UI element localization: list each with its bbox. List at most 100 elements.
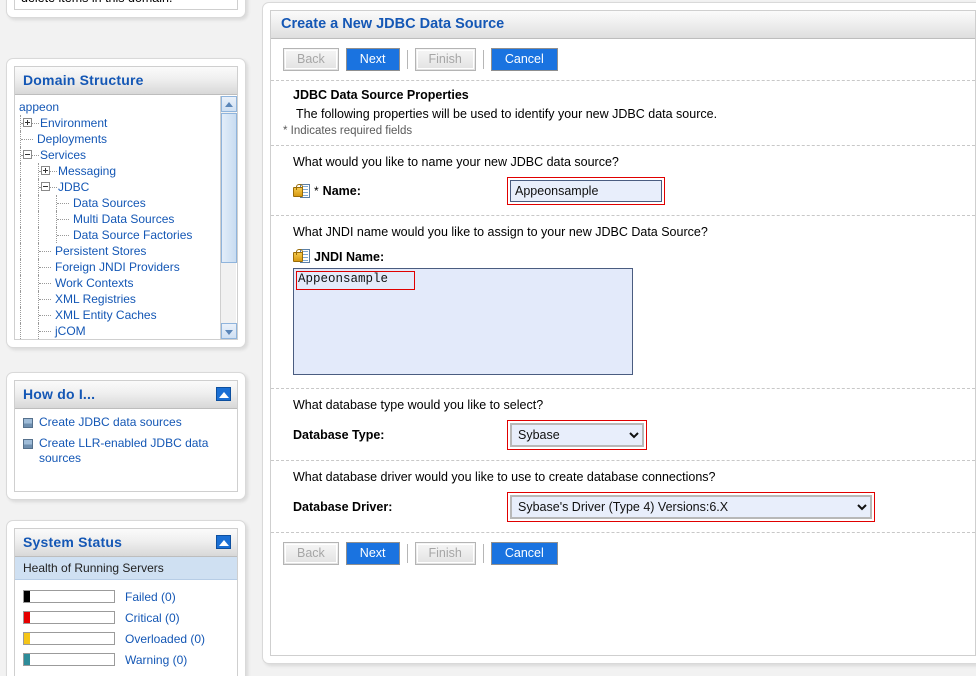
database-type-label: Database Type: (293, 428, 385, 442)
tree-item-label[interactable]: Data Source Factories (73, 228, 192, 242)
jndi-question: What JNDI name would you like to assign … (293, 225, 708, 239)
tree-toggle-expand-icon[interactable] (41, 166, 50, 175)
database-driver-select[interactable]: Sybase's Driver (Type 4) Versions:6.X (510, 495, 872, 519)
database-type-highlight: Sybase (507, 420, 647, 450)
tree-item-data-source-factories[interactable]: Data Source Factories (19, 227, 237, 243)
status-link[interactable]: Overloaded (0) (125, 632, 205, 646)
tree-item-environment[interactable]: Environment (19, 115, 237, 131)
tree-item-jdbc[interactable]: JDBC (19, 179, 237, 195)
name-label: * Name: (293, 183, 507, 199)
how-do-i-link[interactable]: Create LLR-enabled JDBC data sources (39, 436, 231, 466)
back-button[interactable]: Back (283, 542, 339, 565)
how-do-i-link[interactable]: Create JDBC data sources (39, 415, 182, 430)
status-meter-fill (24, 654, 30, 665)
tree-item-multi-data-sources[interactable]: Multi Data Sources (19, 211, 237, 227)
tree-branch-line (19, 131, 37, 147)
tree-item-data-sources[interactable]: Data Sources (19, 195, 237, 211)
finish-button[interactable]: Finish (414, 542, 476, 565)
tree-item-label[interactable]: JDBC (58, 180, 89, 194)
name-input[interactable] (510, 180, 662, 202)
portlet-general-information: delete items in this domain. (6, 0, 246, 18)
document-icon (23, 418, 33, 428)
tree-item-label[interactable]: Environment (40, 116, 107, 130)
status-meter (23, 653, 115, 666)
database-driver-highlight: Sybase's Driver (Type 4) Versions:6.X (507, 492, 875, 522)
collapse-icon[interactable] (216, 535, 231, 549)
tree-item-label[interactable]: XML Entity Caches (55, 308, 157, 322)
jndi-name-textarea[interactable] (293, 268, 633, 375)
tree-item-label[interactable]: Multi Data Sources (73, 212, 174, 226)
how-do-i-title: How do I... (15, 381, 237, 409)
button-separator (482, 50, 484, 69)
tree-item-label[interactable]: Services (40, 148, 86, 162)
status-link[interactable]: Failed (0) (125, 590, 176, 604)
tree-item-label[interactable]: Persistent Stores (55, 244, 146, 258)
status-link[interactable]: Warning (0) (125, 653, 187, 667)
status-link[interactable]: Critical (0) (125, 611, 180, 625)
main-content-inner: Create a New JDBC Data Source Back Next … (270, 10, 976, 656)
scroll-down-arrow-icon[interactable] (221, 323, 237, 339)
tree-indent (19, 211, 37, 227)
tree-branch-line (37, 275, 55, 291)
next-button[interactable]: Next (345, 48, 400, 71)
tree-item-label[interactable]: Work Contexts (55, 276, 133, 290)
tree-item-xml-registries[interactable]: XML Registries (19, 291, 237, 307)
button-separator (482, 544, 484, 563)
back-button[interactable]: Back (283, 48, 339, 71)
lock-icon (293, 249, 303, 262)
domain-structure-tree-wrap: appeon Environment Deployments Services Mess… (15, 95, 237, 339)
tree-indent (19, 259, 37, 275)
section-description: The following properties will be used to… (296, 107, 718, 121)
domain-structure-title: Domain Structure (15, 67, 237, 95)
tree-item-foreign-jndi-providers[interactable]: Foreign JNDI Providers (19, 259, 237, 275)
tree-item-persistent-stores[interactable]: Persistent Stores (19, 243, 237, 259)
tree-indent (37, 211, 55, 227)
tree-item-label[interactable]: Data Sources (73, 196, 146, 210)
tree-branch-line (50, 163, 58, 179)
scroll-up-arrow-icon[interactable] (221, 96, 237, 112)
how-do-i-item[interactable]: Create LLR-enabled JDBC data sources (23, 436, 231, 466)
tree-item-deployments[interactable]: Deployments (19, 131, 237, 147)
tree-item-appeon[interactable]: appeon (19, 99, 237, 115)
status-meter (23, 611, 115, 624)
tree-item-label[interactable]: Foreign JNDI Providers (55, 260, 180, 274)
jndi-field-row (271, 268, 975, 388)
wizard-button-bar-top: Back Next Finish Cancel (271, 39, 975, 80)
domain-structure-scrollbar[interactable] (220, 96, 237, 339)
collapse-icon[interactable] (216, 387, 231, 401)
database-type-select[interactable]: Sybase (510, 423, 644, 447)
how-do-i-item[interactable]: Create JDBC data sources (23, 415, 231, 430)
tree-item-services[interactable]: Services (19, 147, 237, 163)
tree-toggle-collapse-icon[interactable] (23, 150, 32, 159)
tree-item-label[interactable]: Deployments (37, 132, 107, 146)
document-icon (23, 439, 33, 449)
cancel-button[interactable]: Cancel (490, 48, 558, 71)
cancel-button[interactable]: Cancel (490, 542, 558, 565)
button-separator (406, 544, 408, 563)
tree-indent (19, 307, 37, 323)
tree-item-jcom[interactable]: jCOM (19, 323, 237, 339)
tree-item-xml-entity-caches[interactable]: XML Entity Caches (19, 307, 237, 323)
tree-branch-line (37, 243, 55, 259)
finish-button[interactable]: Finish (414, 48, 476, 71)
tree-branch-line (37, 291, 55, 307)
status-meter (23, 590, 115, 603)
tree-toggle-expand-icon[interactable] (23, 118, 32, 127)
lock-document-icon (293, 183, 310, 199)
tree-item-messaging[interactable]: Messaging (19, 163, 237, 179)
system-status-row: Critical (0) (23, 607, 233, 628)
tree-item-work-contexts[interactable]: Work Contexts (19, 275, 237, 291)
scrollbar-thumb[interactable] (221, 113, 237, 263)
required-fields-note: * Indicates required fields (283, 125, 413, 137)
page-root: delete items in this domain. Domain Stru… (0, 0, 976, 676)
tree-item-label[interactable]: XML Registries (55, 292, 136, 306)
tree-item-label[interactable]: jCOM (55, 324, 86, 338)
tree-item-label[interactable]: Messaging (58, 164, 116, 178)
next-button[interactable]: Next (345, 542, 400, 565)
tree-toggle-collapse-icon[interactable] (41, 182, 50, 191)
tree-item-label[interactable]: appeon (19, 100, 59, 114)
portlet-how-do-i: How do I... Create JDBC data sources Crea… (6, 372, 246, 500)
system-status-inner: System Status Health of Running Servers … (14, 528, 238, 676)
domain-structure-tree: appeon Environment Deployments Services Mess… (15, 95, 237, 339)
how-do-i-inner: How do I... Create JDBC data sources Crea… (14, 380, 238, 492)
